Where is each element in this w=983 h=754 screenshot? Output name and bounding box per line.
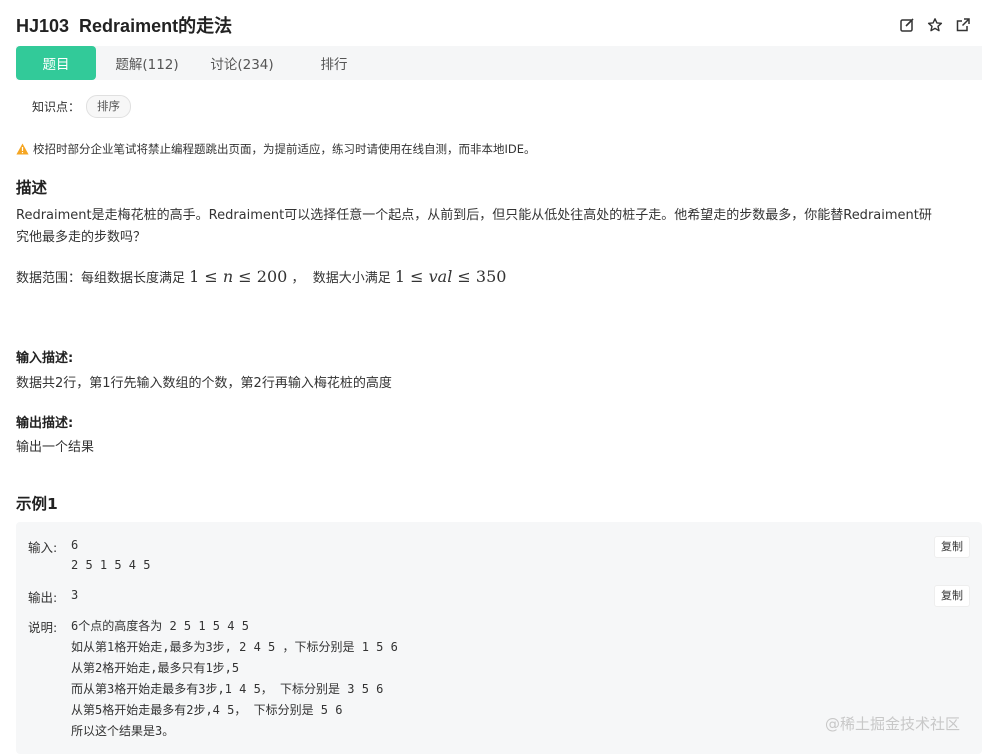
tab-problem[interactable]: 题目 bbox=[16, 46, 96, 80]
range-val-lower: 1 ≤ bbox=[394, 267, 429, 286]
explain-line: 6个点的高度各为 2 5 1 5 4 5 bbox=[71, 619, 249, 633]
tab-ranking[interactable]: 排行 bbox=[286, 46, 382, 80]
range-label: 数据范围：每组数据长度满足 bbox=[16, 271, 190, 286]
input-desc-heading: 输入描述: bbox=[16, 351, 74, 366]
range-val-upper: ≤ 350 bbox=[452, 267, 507, 286]
example-box: 输入: 6 2 5 1 5 4 5 复制 输出: 3 复制 说明: 6个点的高度… bbox=[16, 522, 982, 754]
range-separator: ， 数据大小满足 bbox=[287, 271, 395, 286]
copy-input-button[interactable]: 复制 bbox=[934, 536, 970, 558]
example-input-label: 输入: bbox=[28, 540, 58, 555]
description-line-2: 究他最多走的步数吗？ bbox=[16, 230, 147, 245]
example-input-line-1: 6 bbox=[71, 538, 79, 552]
edit-icon[interactable] bbox=[899, 17, 915, 33]
output-desc-text: 输出一个结果 bbox=[16, 440, 95, 455]
warning-icon bbox=[16, 143, 29, 155]
explain-line: 从第5格开始走最多有2步,4 5， 下标分别是 5 6 bbox=[71, 703, 343, 717]
data-range: 数据范围：每组数据长度满足 1 ≤ n ≤ 200 ， 数据大小满足 1 ≤ v… bbox=[16, 266, 506, 290]
output-desc-heading: 输出描述: bbox=[16, 416, 74, 431]
notice-text: 校招时部分企业笔试将禁止编程题跳出页面，为提前适应，练习时请使用在线自测，而非本… bbox=[33, 142, 536, 156]
range-expression-n: 1 ≤ n ≤ 200 bbox=[189, 266, 287, 288]
range-n-upper: ≤ 200 bbox=[233, 267, 288, 286]
example-output-label: 输出: bbox=[28, 590, 58, 605]
range-n-lower: 1 ≤ bbox=[189, 267, 223, 286]
explain-line: 所以这个结果是3。 bbox=[71, 724, 175, 738]
description-line-1: Redraiment是走梅花桩的高手。Redraiment可以选择任意一个起点，… bbox=[16, 208, 932, 223]
external-link-icon[interactable] bbox=[955, 17, 971, 33]
problem-page: HJ103 Redraiment的走法 题目 题解(112) 讨论(234) 排… bbox=[0, 0, 983, 754]
knowledge-points: 知识点： 排序 bbox=[32, 95, 132, 118]
knowledge-label: 知识点： bbox=[32, 100, 81, 114]
input-desc-text: 数据共2行，第1行先输入数组的个数，第2行再输入梅花桩的高度 bbox=[16, 376, 392, 391]
star-icon[interactable] bbox=[927, 17, 943, 33]
description-heading: 描述 bbox=[16, 179, 48, 197]
ide-notice: 校招时部分企业笔试将禁止编程题跳出页面，为提前适应，练习时请使用在线自测，而非本… bbox=[16, 141, 536, 157]
explain-line: 如从第1格开始走,最多为3步, 2 4 5 ，下标分别是 1 5 6 bbox=[71, 640, 398, 654]
example-input-line-2: 2 5 1 5 4 5 bbox=[71, 558, 151, 572]
watermark: @稀土掘金技术社区 bbox=[824, 715, 960, 733]
explain-line: 从第2格开始走,最多只有1步,5 bbox=[71, 661, 240, 675]
problem-title: HJ103 Redraiment的走法 bbox=[16, 16, 233, 36]
title-bar: HJ103 Redraiment的走法 bbox=[16, 12, 975, 38]
example-output-value: 3 bbox=[71, 588, 79, 602]
range-n-var: n bbox=[222, 267, 234, 286]
tab-discussion[interactable]: 讨论(234) bbox=[198, 46, 286, 80]
example-explain-label: 说明: bbox=[28, 620, 58, 635]
range-expression-val: 1 ≤ val ≤ 350 bbox=[395, 266, 507, 288]
explain-line: 而从第3格开始走最多有3步,1 4 5， 下标分别是 3 5 6 bbox=[71, 682, 384, 696]
title-actions bbox=[899, 17, 971, 33]
knowledge-tag[interactable]: 排序 bbox=[86, 95, 132, 118]
problem-tabs: 题目 题解(112) 讨论(234) 排行 bbox=[16, 46, 982, 80]
copy-output-button[interactable]: 复制 bbox=[934, 585, 970, 607]
range-val-var: val bbox=[428, 267, 453, 286]
example-heading: 示例1 bbox=[16, 495, 58, 513]
tab-solutions[interactable]: 题解(112) bbox=[96, 46, 198, 80]
